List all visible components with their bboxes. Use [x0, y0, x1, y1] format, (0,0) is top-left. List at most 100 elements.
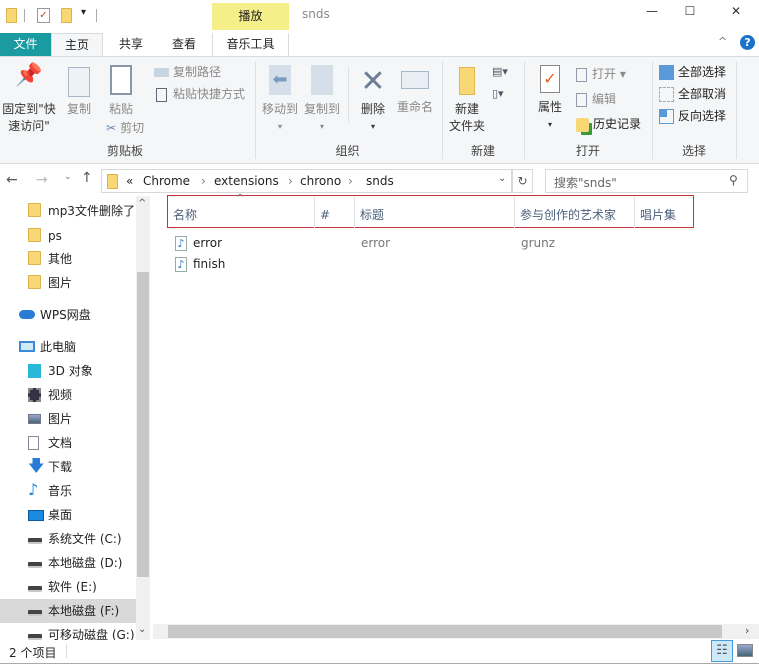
horizontal-scrollbar[interactable]: ›	[153, 624, 759, 639]
copy-path-icon	[154, 68, 169, 77]
details-view-button[interactable]: ☷	[711, 640, 733, 662]
open-button[interactable]: 打开 ▾	[576, 65, 626, 83]
pin-quick-access-button[interactable]: 📌 固定到"快 速访问"	[0, 65, 58, 135]
nav-label: 本地磁盘 (F:)	[48, 604, 120, 618]
help-icon[interactable]: ?	[740, 35, 755, 50]
properties-button[interactable]: ✓ 属性 ▾	[530, 65, 570, 133]
scroll-up-arrow[interactable]: ^	[138, 198, 146, 209]
forward-button[interactable]: →	[36, 172, 48, 188]
large-icons-view-button[interactable]	[737, 644, 753, 657]
column-artist[interactable]: 参与创作的艺术家	[515, 196, 635, 228]
cut-button[interactable]: ✂ 剪切	[106, 119, 144, 137]
nav-item-drive-f[interactable]: 本地磁盘 (F:)	[0, 599, 136, 623]
column-name[interactable]: 名称	[168, 196, 315, 228]
desktop-icon	[28, 510, 44, 521]
crumb-chrome[interactable]: Chrome	[143, 174, 190, 188]
tab-view[interactable]: 查看	[158, 33, 210, 56]
paste-button[interactable]: 粘贴	[102, 65, 140, 118]
nav-item-videos[interactable]: 视频	[0, 383, 136, 407]
refresh-button[interactable]: ↻	[512, 169, 533, 193]
new-folder-label-1: 新建	[454, 102, 479, 116]
scroll-right-arrow[interactable]: ›	[745, 624, 749, 637]
move-to-label: 移动到	[261, 102, 298, 116]
video-icon	[28, 388, 41, 402]
copy-button[interactable]: 复制	[60, 67, 98, 118]
invert-selection-button[interactable]: 反向选择	[659, 107, 726, 125]
nav-item-pictures-folder[interactable]: 图片	[0, 271, 136, 295]
paste-shortcut-button[interactable]: 粘贴快捷方式	[154, 85, 245, 103]
new-item-dropdown[interactable]: ▤▾	[492, 65, 508, 78]
history-button[interactable]: 历史记录	[576, 115, 641, 133]
new-folder-icon[interactable]	[61, 8, 72, 23]
rename-button[interactable]: 重命名	[394, 65, 436, 116]
file-row[interactable]: ♪ error error grunz	[170, 233, 690, 254]
select-none-button[interactable]: 全部取消	[659, 85, 726, 103]
new-folder-button[interactable]: 新建 文件夹	[446, 65, 488, 135]
properties-icon[interactable]: ✓	[37, 8, 50, 23]
collapse-ribbon-icon[interactable]: ^	[718, 35, 727, 48]
nav-item-drive-c[interactable]: 系统文件 (C:)	[0, 527, 136, 551]
nav-item-3d[interactable]: 3D 对象	[0, 359, 136, 383]
nav-scrollbar[interactable]: ^ ⌄	[136, 196, 150, 640]
tab-music-tools[interactable]: 音乐工具	[212, 33, 289, 56]
nav-item-this-pc[interactable]: 此电脑	[0, 335, 136, 359]
nav-item-documents[interactable]: 文档	[0, 431, 136, 455]
select-all-button[interactable]: 全部选择	[659, 63, 726, 81]
recent-locations-dropdown[interactable]: ⌄	[64, 172, 72, 182]
horizontal-scrollbar-thumb[interactable]	[168, 625, 722, 638]
nav-item-pictures[interactable]: 图片	[0, 407, 136, 431]
edit-button[interactable]: 编辑	[576, 90, 616, 108]
crumb-chrono[interactable]: chrono	[300, 174, 341, 188]
folder-icon[interactable]	[6, 8, 17, 23]
overflow-crumb[interactable]: «	[126, 174, 133, 188]
column-title[interactable]: 标题	[355, 196, 515, 228]
address-dropdown-icon[interactable]: ⌄	[498, 173, 506, 184]
copy-to-button[interactable]: 复制到 ▾	[302, 65, 342, 135]
history-label: 历史记录	[593, 117, 642, 131]
file-row[interactable]: ♪ finish	[170, 254, 690, 275]
copy-to-icon	[311, 65, 333, 95]
move-to-button[interactable]: ⬅ 移动到 ▾	[260, 65, 300, 135]
scissors-icon: ✂	[106, 121, 117, 135]
crumb-extensions[interactable]: extensions	[214, 174, 279, 188]
copy-path-button[interactable]: 复制路径	[154, 63, 221, 81]
address-bar[interactable]: « Chrome › extensions › chrono › snds ⌄	[101, 169, 512, 193]
nav-scrollbar-thumb[interactable]	[137, 272, 149, 577]
nav-item-music[interactable]: ♪ 音乐	[0, 479, 136, 503]
nav-label: 系统文件 (C:)	[48, 532, 122, 546]
window-title: snds	[302, 7, 330, 21]
nav-item-drive-d[interactable]: 本地磁盘 (D:)	[0, 551, 136, 575]
up-button[interactable]: ↑	[81, 170, 93, 186]
nav-label: 其他	[48, 252, 73, 266]
nav-item-mp3[interactable]: mp3文件删除了	[0, 199, 136, 223]
nav-item-ps[interactable]: ps	[0, 224, 136, 248]
close-button[interactable]: ✕	[716, 4, 756, 18]
search-input[interactable]: 搜索"snds" ⚲	[545, 169, 748, 193]
minimize-button[interactable]: —	[632, 4, 672, 18]
paste-shortcut-label: 粘贴快捷方式	[173, 87, 246, 101]
nav-item-other[interactable]: 其他	[0, 247, 136, 271]
maximize-button[interactable]: ☐	[670, 4, 710, 18]
history-icon	[576, 117, 589, 132]
nav-label: 图片	[48, 412, 73, 426]
scroll-down-arrow[interactable]: ⌄	[138, 624, 146, 635]
easy-access-dropdown[interactable]: ▯▾	[492, 87, 504, 100]
nav-label: mp3文件删除了	[48, 204, 135, 218]
navigation-pane: mp3文件删除了 ps 其他 图片 WPS网盘 此电脑 3D 对象 视频 图片 …	[0, 196, 150, 640]
crumb-snds[interactable]: snds	[366, 174, 394, 188]
copy-path-label: 复制路径	[173, 65, 222, 79]
delete-button[interactable]: ✕ 删除 ▾	[354, 63, 392, 135]
select-group-label: 选择	[681, 144, 706, 158]
nav-item-drive-g[interactable]: 可移动磁盘 (G:)	[0, 623, 136, 640]
nav-item-wps[interactable]: WPS网盘	[0, 303, 136, 327]
customize-dropdown-icon[interactable]: ▾	[81, 7, 86, 18]
column-number[interactable]: #	[315, 196, 355, 228]
nav-label: 可移动磁盘 (G:)	[48, 628, 135, 640]
nav-item-drive-e[interactable]: 软件 (E:)	[0, 575, 136, 599]
tab-file[interactable]: 文件	[0, 33, 51, 56]
column-album[interactable]: 唱片集	[635, 196, 693, 228]
tab-share[interactable]: 共享	[105, 33, 157, 56]
nav-item-desktop[interactable]: 桌面	[0, 503, 136, 527]
back-button[interactable]: ←	[6, 172, 18, 188]
nav-item-downloads[interactable]: 🡇 下载	[0, 455, 136, 479]
